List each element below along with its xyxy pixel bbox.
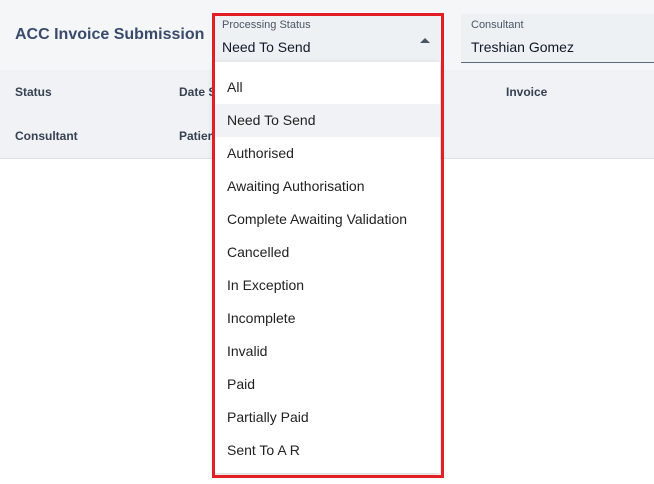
dropdown-option[interactable]: Complete Awaiting Validation — [214, 203, 440, 236]
consultant-label: Consultant — [471, 19, 524, 31]
consultant-value: Treshian Gomez — [471, 39, 574, 55]
dropdown-option[interactable]: Incomplete — [214, 302, 440, 335]
processing-status-label: Processing Status — [222, 19, 311, 31]
processing-status-value: Need To Send — [222, 39, 311, 55]
dropdown-option[interactable]: Sent To A R — [214, 434, 440, 467]
dropdown-option[interactable]: In Exception — [214, 269, 440, 302]
top-bar: ACC Invoice Submission Processing Status… — [0, 0, 654, 70]
dropdown-option[interactable]: Authorised — [214, 137, 440, 170]
dropdown-option[interactable]: All — [214, 71, 440, 104]
dropdown-option[interactable]: Need To Send — [214, 104, 440, 137]
page-title: ACC Invoice Submission — [15, 26, 205, 43]
column-header-consultant[interactable]: Consultant — [15, 129, 78, 143]
column-header-patient[interactable]: Patier — [179, 129, 212, 143]
dropdown-option[interactable]: Partially Paid — [214, 401, 440, 434]
dropdown-option[interactable]: Paid — [214, 368, 440, 401]
processing-status-dropdown-menu: All Need To Send Authorised Awaiting Author… — [214, 62, 440, 473]
consultant-select[interactable]: Consultant Treshian Gomez — [461, 14, 654, 63]
column-header-invoice[interactable]: Invoice — [506, 85, 547, 99]
caret-up-icon[interactable] — [420, 38, 430, 43]
dropdown-option[interactable]: Awaiting Authorisation — [214, 170, 440, 203]
processing-status-select[interactable]: Processing Status Need To Send — [212, 14, 440, 63]
dropdown-option[interactable]: Cancelled — [214, 236, 440, 269]
dropdown-option[interactable]: Invalid — [214, 335, 440, 368]
column-header-status[interactable]: Status — [15, 85, 52, 99]
column-header-date[interactable]: Date S — [179, 85, 216, 99]
